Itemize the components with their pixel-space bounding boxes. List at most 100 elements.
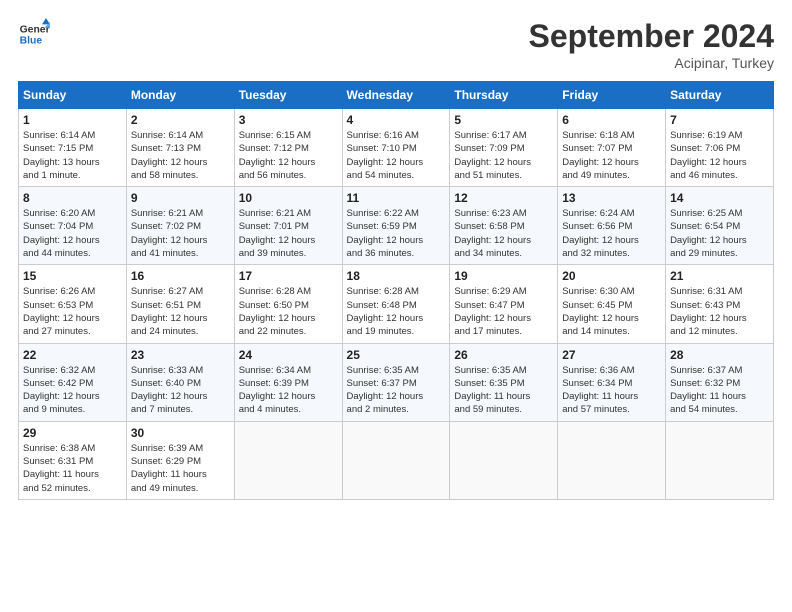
day-info: Sunrise: 6:15 AMSunset: 7:12 PMDaylight:… [239, 129, 338, 182]
table-row: 14 Sunrise: 6:25 AMSunset: 6:54 PMDayligh… [666, 187, 774, 265]
day-info: Sunrise: 6:18 AMSunset: 7:07 PMDaylight:… [562, 129, 661, 182]
day-info: Sunrise: 6:38 AMSunset: 6:31 PMDaylight:… [23, 442, 122, 495]
day-number: 6 [562, 113, 661, 127]
table-row: 28Sunrise: 6:37 AMSunset: 6:32 PMDayligh… [666, 343, 774, 421]
calendar-header-row: Sunday Monday Tuesday Wednesday Thursday… [19, 82, 774, 109]
day-info: Sunrise: 6:16 AMSunset: 7:10 PMDaylight:… [347, 129, 446, 182]
table-row: 22 Sunrise: 6:32 AMSunset: 6:42 PMDayligh… [19, 343, 127, 421]
day-number: 22 [23, 348, 122, 362]
logo-icon: General Blue [18, 18, 50, 50]
table-row: 11 Sunrise: 6:22 AMSunset: 6:59 PMDayligh… [342, 187, 450, 265]
table-row: 10Sunrise: 6:21 AMSunset: 7:01 PMDayligh… [234, 187, 342, 265]
day-info: Sunrise: 6:31 AMSunset: 6:43 PMDaylight:… [670, 285, 769, 338]
header-tuesday: Tuesday [234, 82, 342, 109]
day-info: Sunrise: 6:33 AMSunset: 6:40 PMDaylight:… [131, 364, 230, 417]
table-row: 3Sunrise: 6:15 AMSunset: 7:12 PMDaylight… [234, 109, 342, 187]
svg-text:Blue: Blue [20, 36, 43, 47]
table-row [666, 421, 774, 499]
day-info: Sunrise: 6:28 AMSunset: 6:50 PMDaylight:… [239, 285, 338, 338]
day-info: Sunrise: 6:22 AMSunset: 6:59 PMDaylight:… [347, 207, 446, 260]
table-row: 21 Sunrise: 6:31 AMSunset: 6:43 PMDayligh… [666, 265, 774, 343]
table-row: 4 Sunrise: 6:16 AMSunset: 7:10 PMDaylight… [342, 109, 450, 187]
day-info: Sunrise: 6:21 AMSunset: 7:01 PMDaylight:… [239, 207, 338, 260]
day-number: 30 [131, 426, 230, 440]
table-row: 20 Sunrise: 6:30 AMSunset: 6:45 PMDayligh… [558, 265, 666, 343]
table-row: 9Sunrise: 6:21 AMSunset: 7:02 PMDaylight… [126, 187, 234, 265]
title-block: September 2024 Acipinar, Turkey [529, 18, 774, 71]
day-info: Sunrise: 6:37 AMSunset: 6:32 PMDaylight:… [670, 364, 769, 417]
table-row: 7Sunrise: 6:19 AMSunset: 7:06 PMDaylight… [666, 109, 774, 187]
day-number: 21 [670, 269, 769, 283]
day-number: 17 [239, 269, 338, 283]
day-number: 16 [131, 269, 230, 283]
day-number: 14 [670, 191, 769, 205]
table-row: 15 Sunrise: 6:26 AMSunset: 6:53 PMDayligh… [19, 265, 127, 343]
day-number: 7 [670, 113, 769, 127]
calendar-week-row: 8 Sunrise: 6:20 AMSunset: 7:04 PMDaylight… [19, 187, 774, 265]
day-number: 2 [131, 113, 230, 127]
day-info: Sunrise: 6:32 AMSunset: 6:42 PMDaylight:… [23, 364, 122, 417]
day-number: 9 [131, 191, 230, 205]
header-friday: Friday [558, 82, 666, 109]
table-row [234, 421, 342, 499]
day-info: Sunrise: 6:17 AMSunset: 7:09 PMDaylight:… [454, 129, 553, 182]
month-title: September 2024 [529, 18, 774, 55]
table-row: 18 Sunrise: 6:28 AMSunset: 6:48 PMDayligh… [342, 265, 450, 343]
header-thursday: Thursday [450, 82, 558, 109]
table-row: 26Sunrise: 6:35 AMSunset: 6:35 PMDayligh… [450, 343, 558, 421]
table-row: 1Sunrise: 6:14 AMSunset: 7:15 PMDaylight… [19, 109, 127, 187]
day-info: Sunrise: 6:25 AMSunset: 6:54 PMDaylight:… [670, 207, 769, 260]
table-row: 30 Sunrise: 6:39 AMSunset: 6:29 PMDayligh… [126, 421, 234, 499]
table-row: 23 Sunrise: 6:33 AMSunset: 6:40 PMDayligh… [126, 343, 234, 421]
day-number: 19 [454, 269, 553, 283]
day-info: Sunrise: 6:27 AMSunset: 6:51 PMDaylight:… [131, 285, 230, 338]
calendar-week-row: 1Sunrise: 6:14 AMSunset: 7:15 PMDaylight… [19, 109, 774, 187]
day-number: 18 [347, 269, 446, 283]
day-number: 24 [239, 348, 338, 362]
calendar-week-row: 15 Sunrise: 6:26 AMSunset: 6:53 PMDayligh… [19, 265, 774, 343]
logo: General Blue [18, 18, 50, 50]
svg-text:General: General [20, 24, 50, 35]
table-row: 27 Sunrise: 6:36 AMSunset: 6:34 PMDayligh… [558, 343, 666, 421]
table-row: 24 Sunrise: 6:34 AMSunset: 6:39 PMDayligh… [234, 343, 342, 421]
day-number: 4 [347, 113, 446, 127]
day-info: Sunrise: 6:14 AMSunset: 7:13 PMDaylight:… [131, 129, 230, 182]
location: Acipinar, Turkey [529, 55, 774, 71]
day-info: Sunrise: 6:26 AMSunset: 6:53 PMDaylight:… [23, 285, 122, 338]
day-number: 27 [562, 348, 661, 362]
table-row: 13 Sunrise: 6:24 AMSunset: 6:56 PMDayligh… [558, 187, 666, 265]
table-row [450, 421, 558, 499]
day-number: 12 [454, 191, 553, 205]
day-number: 23 [131, 348, 230, 362]
day-number: 25 [347, 348, 446, 362]
header-wednesday: Wednesday [342, 82, 450, 109]
day-number: 20 [562, 269, 661, 283]
page-header: General Blue September 2024 Acipinar, Tu… [18, 18, 774, 71]
day-number: 13 [562, 191, 661, 205]
calendar-week-row: 22 Sunrise: 6:32 AMSunset: 6:42 PMDayligh… [19, 343, 774, 421]
day-info: Sunrise: 6:39 AMSunset: 6:29 PMDaylight:… [131, 442, 230, 495]
day-number: 5 [454, 113, 553, 127]
day-info: Sunrise: 6:20 AMSunset: 7:04 PMDaylight:… [23, 207, 122, 260]
day-info: Sunrise: 6:35 AMSunset: 6:37 PMDaylight:… [347, 364, 446, 417]
calendar-table: Sunday Monday Tuesday Wednesday Thursday… [18, 81, 774, 500]
day-info: Sunrise: 6:30 AMSunset: 6:45 PMDaylight:… [562, 285, 661, 338]
calendar-week-row: 29 Sunrise: 6:38 AMSunset: 6:31 PMDayligh… [19, 421, 774, 499]
day-number: 8 [23, 191, 122, 205]
day-info: Sunrise: 6:35 AMSunset: 6:35 PMDaylight:… [454, 364, 553, 417]
table-row: 29 Sunrise: 6:38 AMSunset: 6:31 PMDayligh… [19, 421, 127, 499]
header-monday: Monday [126, 82, 234, 109]
day-number: 11 [347, 191, 446, 205]
table-row: 8 Sunrise: 6:20 AMSunset: 7:04 PMDaylight… [19, 187, 127, 265]
table-row: 17 Sunrise: 6:28 AMSunset: 6:50 PMDayligh… [234, 265, 342, 343]
day-info: Sunrise: 6:23 AMSunset: 6:58 PMDaylight:… [454, 207, 553, 260]
day-info: Sunrise: 6:14 AMSunset: 7:15 PMDaylight:… [23, 129, 122, 182]
day-info: Sunrise: 6:34 AMSunset: 6:39 PMDaylight:… [239, 364, 338, 417]
day-number: 15 [23, 269, 122, 283]
day-info: Sunrise: 6:36 AMSunset: 6:34 PMDaylight:… [562, 364, 661, 417]
table-row: 19 Sunrise: 6:29 AMSunset: 6:47 PMDayligh… [450, 265, 558, 343]
day-info: Sunrise: 6:29 AMSunset: 6:47 PMDaylight:… [454, 285, 553, 338]
day-info: Sunrise: 6:28 AMSunset: 6:48 PMDaylight:… [347, 285, 446, 338]
day-number: 29 [23, 426, 122, 440]
day-info: Sunrise: 6:24 AMSunset: 6:56 PMDaylight:… [562, 207, 661, 260]
